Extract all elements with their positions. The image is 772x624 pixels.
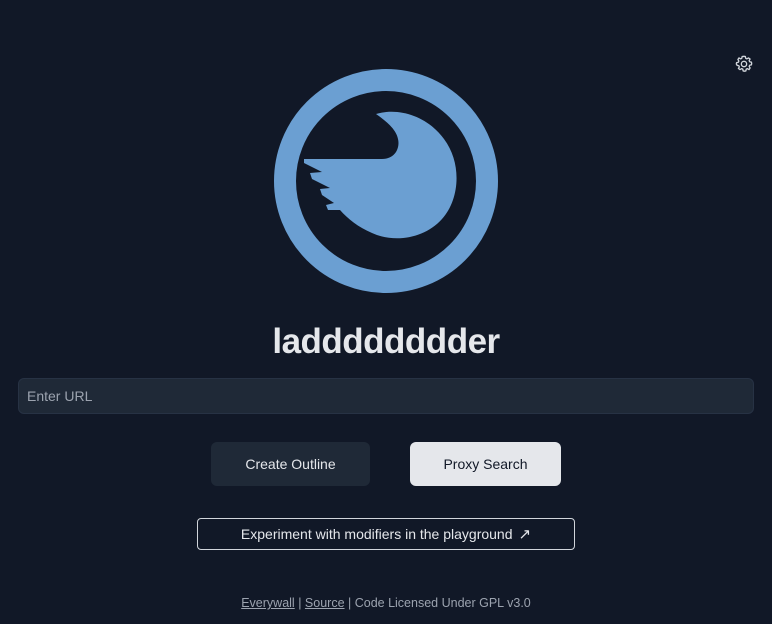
- proxy-search-button[interactable]: Proxy Search: [410, 442, 561, 486]
- source-link[interactable]: Source: [305, 596, 345, 610]
- footer: Everywall | Source | Code Licensed Under…: [0, 596, 772, 610]
- external-link-icon: ↗: [518, 526, 532, 543]
- everywall-link[interactable]: Everywall: [241, 596, 295, 610]
- settings-button[interactable]: [733, 53, 755, 75]
- app-title: ladddddddder: [272, 322, 500, 361]
- bird-circle-logo-icon: [274, 69, 498, 293]
- app-logo: [272, 67, 500, 295]
- license-text: | Code Licensed Under GPL v3.0: [344, 596, 531, 610]
- url-input[interactable]: [18, 378, 754, 414]
- footer-separator: |: [294, 596, 305, 610]
- playground-link[interactable]: Experiment with modifiers in the playgro…: [197, 518, 575, 550]
- create-outline-button[interactable]: Create Outline: [211, 442, 370, 486]
- playground-label: Experiment with modifiers in the playgro…: [240, 526, 513, 542]
- gear-icon: [735, 55, 753, 72]
